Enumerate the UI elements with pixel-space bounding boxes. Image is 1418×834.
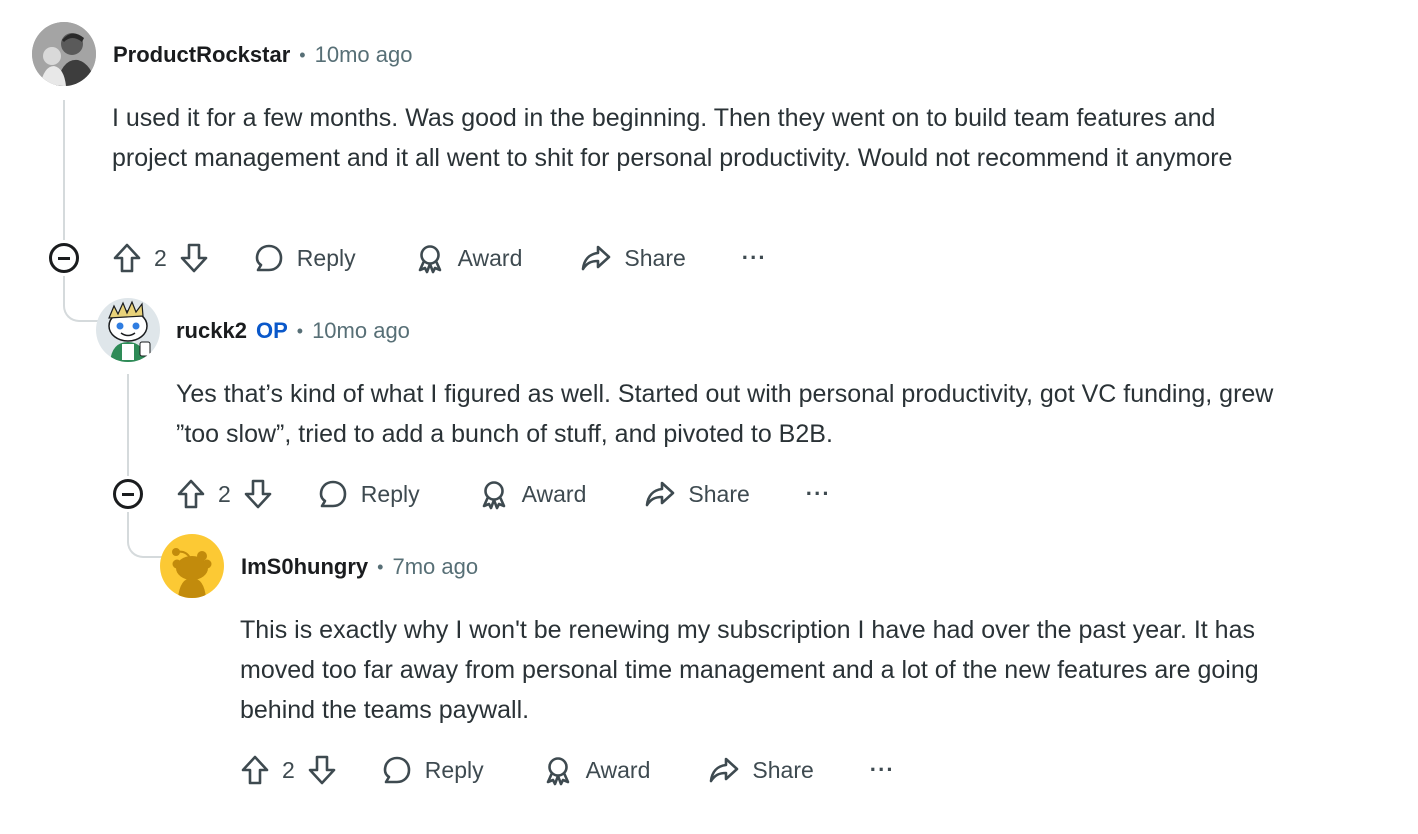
award-button[interactable]: Award (478, 478, 587, 510)
vote-count: 2 (154, 244, 167, 271)
upvote-arrow-icon (177, 479, 205, 509)
upvote-button[interactable] (176, 478, 206, 510)
more-options-icon: ··· (741, 245, 767, 270)
award-label: Award (585, 756, 651, 783)
upvote-button[interactable] (112, 242, 142, 274)
more-options-button[interactable]: ··· (806, 481, 831, 507)
award-button[interactable]: Award (414, 242, 523, 274)
award-icon (546, 757, 569, 786)
username-link[interactable]: ruckk2 (176, 318, 247, 344)
award-icon (418, 245, 441, 274)
minus-icon (58, 256, 70, 260)
username-link[interactable]: ProductRockstar (113, 42, 290, 68)
comment-meta: ProductRockstar • 10mo ago (113, 40, 412, 70)
comment-actions: 2 Reply Award Share ··· (240, 748, 895, 792)
photo-avatar-icon (32, 22, 96, 86)
comment-meta: ImS0hungry • 7mo ago (241, 552, 478, 582)
downvote-button[interactable] (179, 242, 209, 274)
share-label: Share (624, 244, 686, 271)
upvote-arrow-icon (241, 755, 269, 785)
collapse-thread-button[interactable] (49, 243, 79, 273)
thread-connector (127, 512, 163, 558)
award-label: Award (457, 244, 523, 271)
user-avatar[interactable] (96, 298, 160, 362)
share-arrow-icon (582, 245, 611, 271)
reply-label: Reply (360, 480, 420, 507)
award-icon (482, 481, 505, 510)
more-options-icon: ··· (805, 481, 831, 506)
comment-bubble-icon (255, 244, 283, 272)
collapse-thread-button[interactable] (113, 479, 143, 509)
share-arrow-icon (710, 757, 739, 783)
thread-line (127, 374, 129, 476)
downvote-button[interactable] (243, 478, 273, 510)
downvote-arrow-icon (180, 243, 208, 273)
thread-line (63, 100, 65, 240)
award-label: Award (521, 480, 587, 507)
op-badge: OP (255, 318, 288, 343)
username-link[interactable]: ImS0hungry (241, 554, 368, 580)
downvote-arrow-icon (308, 755, 336, 785)
comment-actions: 2 Reply Award Share ··· (176, 472, 831, 516)
reply-label: Reply (424, 756, 484, 783)
share-label: Share (688, 480, 750, 507)
meta-separator: • (377, 556, 384, 577)
comment-body: Yes that’s kind of what I figured as wel… (176, 380, 1274, 448)
comment-body: I used it for a few months. Was good in … (112, 104, 1233, 172)
upvote-button[interactable] (240, 754, 270, 786)
share-arrow-icon (646, 481, 675, 507)
award-button[interactable]: Award (542, 754, 651, 786)
thread-connector (63, 276, 99, 322)
meta-separator: • (296, 320, 304, 341)
share-button[interactable]: Share (644, 478, 750, 510)
comment-actions: 2 Reply Award Share ··· (112, 236, 767, 280)
reply-button[interactable]: Reply (381, 754, 484, 786)
user-avatar[interactable] (160, 534, 224, 598)
vote-count: 2 (218, 480, 231, 507)
default-snoo-avatar-icon (160, 534, 224, 598)
comment-timestamp[interactable]: 10mo ago (315, 42, 413, 68)
more-options-button[interactable]: ··· (742, 245, 767, 271)
reply-label: Reply (296, 244, 356, 271)
downvote-arrow-icon (244, 479, 272, 509)
vote-count: 2 (282, 756, 295, 783)
comment-thread: ProductRockstar • 10mo ago I used it for… (0, 0, 1418, 834)
minus-icon (122, 492, 134, 496)
reply-button[interactable]: Reply (253, 242, 356, 274)
share-button[interactable]: Share (580, 242, 686, 274)
snoo-avatar-icon (96, 298, 160, 362)
share-button[interactable]: Share (708, 754, 814, 786)
user-avatar[interactable] (32, 22, 96, 86)
meta-separator: • (299, 44, 306, 65)
comment-timestamp[interactable]: 10mo ago (312, 318, 410, 344)
comment-bubble-icon (319, 480, 347, 508)
upvote-arrow-icon (113, 243, 141, 273)
share-label: Share (752, 756, 814, 783)
more-options-icon: ··· (869, 757, 895, 782)
comment-body: This is exactly why I won't be renewing … (240, 616, 1259, 724)
more-options-button[interactable]: ··· (870, 757, 895, 783)
comment-meta: ruckk2 OP • 10mo ago (176, 316, 410, 346)
downvote-button[interactable] (307, 754, 337, 786)
reply-button[interactable]: Reply (317, 478, 420, 510)
comment-bubble-icon (383, 756, 411, 784)
comment-timestamp[interactable]: 7mo ago (392, 554, 478, 580)
